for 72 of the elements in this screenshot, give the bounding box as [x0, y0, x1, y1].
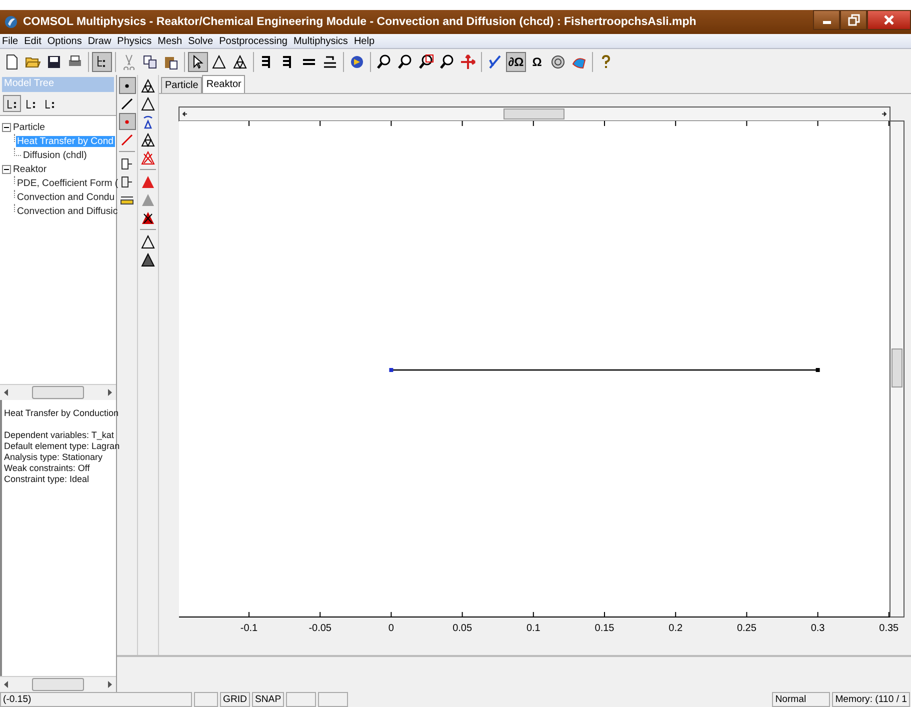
tri-outline-tool-icon[interactable]	[140, 233, 156, 250]
tri-tool-icon[interactable]	[140, 95, 156, 112]
info-heading: Heat Transfer by Conduction	[4, 408, 119, 419]
app-icon	[4, 15, 18, 29]
tree-tool-icon[interactable]	[92, 52, 112, 72]
menu-item[interactable]: File	[2, 36, 18, 46]
tree-item[interactable]: Convection and Condu	[16, 192, 116, 202]
axis-tick-label: 0.1	[526, 623, 540, 634]
tab[interactable]: Particle	[161, 77, 202, 93]
info-text: Weak constraints: Off	[4, 463, 90, 474]
tree-item[interactable]: Particle	[12, 122, 46, 132]
axis-tick-label: -0.05	[308, 623, 332, 634]
window-title: COMSOL Multiphysics - Reaktor/Chemical Engineering Module - Convection and Diffusion (chcd) : FishertroopchsAsli.mph	[23, 16, 696, 28]
tri-split-tool-icon[interactable]	[140, 77, 156, 94]
menu-item[interactable]: Draw	[88, 36, 112, 46]
grid-toggle[interactable]: GRID	[220, 692, 250, 707]
scroll-left-icon[interactable]	[4, 389, 9, 396]
info-text: Dependent variables: T_kat	[4, 430, 114, 441]
coordinate-readout: (-0.15)	[0, 692, 192, 707]
toolbar-button[interactable]: Ω	[527, 52, 547, 72]
tree-item[interactable]: PDE, Coefficient Form (	[16, 178, 120, 188]
scroll-right-icon[interactable]	[107, 389, 112, 396]
vertex-marker[interactable]	[816, 368, 820, 372]
memory-indicator: Memory: (110 / 1	[832, 692, 910, 707]
scroll-right-icon[interactable]	[107, 681, 112, 688]
axis-tick-label: 0	[388, 623, 394, 634]
axis-tick-label: 0.15	[594, 623, 614, 634]
tree-view-icon[interactable]	[3, 95, 21, 112]
restore-icon	[848, 14, 860, 26]
vertical-scrollbar[interactable]	[890, 120, 904, 618]
status-cell	[286, 692, 316, 707]
close-icon	[883, 14, 895, 26]
axis-tick-label: 0.05	[452, 623, 472, 634]
info-text: Constraint type: Ideal	[4, 474, 90, 485]
menu-item[interactable]: Mesh	[158, 36, 182, 46]
vertex-marker[interactable]	[389, 368, 394, 372]
menu-item[interactable]: Multiphysics	[293, 36, 348, 46]
axis-tick-label: 0.25	[736, 623, 756, 634]
mode-indicator: Normal	[772, 692, 830, 707]
axis-tick-label: 0.3	[810, 623, 825, 634]
axis-tick-label: -0.1	[240, 623, 258, 634]
tab[interactable]: Reaktor	[202, 75, 246, 93]
horizontal-scrollbar[interactable]	[178, 106, 890, 122]
menu-item[interactable]: Help	[354, 36, 375, 46]
menu-item[interactable]: Physics	[117, 36, 152, 46]
collapse-icon[interactable]	[2, 164, 11, 174]
info-text: Default element type: Lagran	[4, 441, 120, 452]
collapse-icon[interactable]	[2, 122, 11, 132]
pan-tool-icon[interactable]	[458, 52, 478, 72]
menu-item[interactable]: Edit	[24, 36, 42, 46]
menu-item[interactable]: Options	[47, 36, 82, 46]
tri-mesh-tool-icon[interactable]	[140, 131, 156, 148]
close-button[interactable]	[867, 10, 911, 30]
status-cell	[318, 692, 348, 707]
tree-item[interactable]: Convection and Diffusic	[16, 206, 119, 216]
point-tool-icon[interactable]	[118, 77, 136, 94]
info-text: Analysis type: Stationary	[4, 452, 103, 463]
panel-title: Model Tree	[2, 77, 114, 92]
restore-button[interactable]	[840, 10, 867, 30]
menu-item[interactable]: Postprocessing	[219, 36, 288, 46]
toolbar-button[interactable]: ∂Ω	[506, 52, 526, 72]
tree-item[interactable]: Diffusion (chdl)	[22, 150, 88, 160]
snap-toggle[interactable]: SNAP	[252, 692, 284, 707]
axis-tick-label: 0.35	[879, 623, 899, 634]
pointer-tool-icon[interactable]	[188, 52, 208, 72]
scroll-left-icon[interactable]	[4, 681, 9, 688]
tree-item[interactable]: Reaktor	[12, 164, 48, 174]
menu-item[interactable]: Solve	[188, 36, 214, 46]
tri-tool-icon[interactable]	[140, 251, 156, 268]
axis-tick-label: 0.2	[668, 623, 683, 634]
status-cell	[194, 692, 218, 707]
minimize-button[interactable]	[813, 10, 840, 30]
